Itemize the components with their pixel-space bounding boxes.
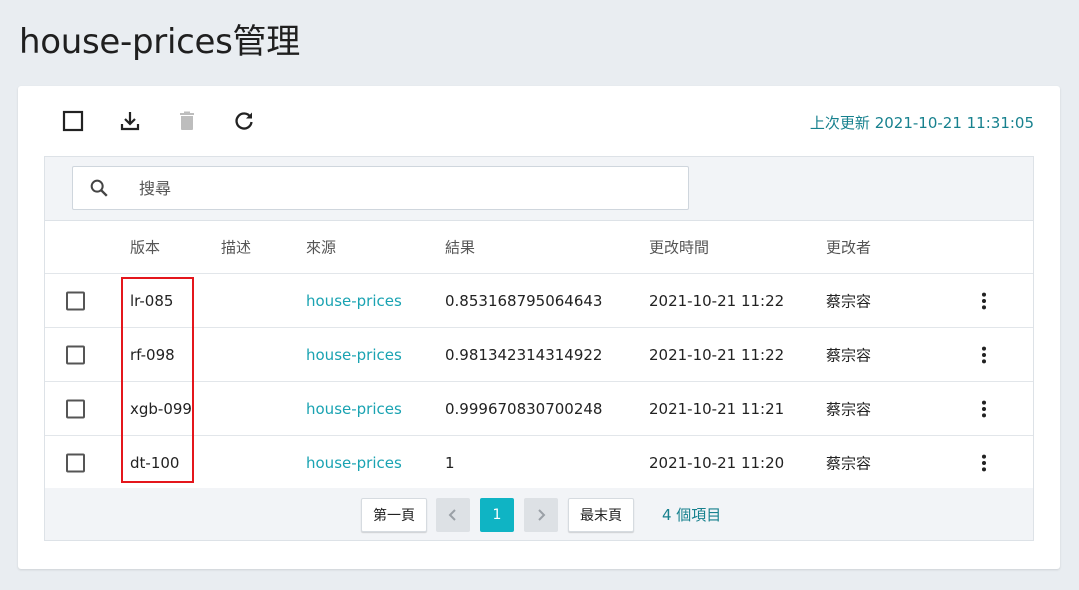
row-more-button[interactable] (973, 398, 995, 420)
row-version: rf-098 (130, 345, 175, 364)
table-row: lr-085 house-prices 0.853168795064643 20… (45, 274, 1033, 328)
row-source-link[interactable]: house-prices (306, 400, 402, 418)
row-source-link[interactable]: house-prices (306, 454, 402, 472)
refresh-icon (235, 112, 253, 130)
row-more-button[interactable] (973, 344, 995, 366)
more-vertical-icon (981, 400, 987, 417)
refresh-button[interactable] (231, 108, 257, 134)
row-more-button[interactable] (973, 290, 995, 312)
search-box (72, 166, 689, 210)
table-row: dt-100 house-prices 1 2021-10-21 11:20 蔡… (45, 436, 1033, 490)
column-header-modified-by[interactable]: 更改者 (826, 237, 871, 258)
more-vertical-icon (981, 454, 987, 471)
column-header-version[interactable]: 版本 (130, 237, 160, 258)
download-button[interactable] (117, 108, 143, 134)
row-modified-by: 蔡宗容 (826, 346, 872, 364)
column-header-modified-time[interactable]: 更改時間 (649, 237, 709, 258)
row-version: lr-085 (130, 291, 174, 310)
page-title: house-prices管理 (19, 22, 300, 62)
checkbox-icon (62, 110, 84, 132)
column-header-description[interactable]: 描述 (221, 237, 251, 258)
versions-table: 版本 描述 來源 結果 更改時間 更改者 lr-085 house-prices… (44, 156, 1034, 541)
last-updated-text: 上次更新 2021-10-21 11:31:05 (809, 114, 1034, 132)
row-result: 0.981342314314922 (445, 345, 603, 364)
search-icon (90, 179, 108, 197)
row-checkbox[interactable] (66, 345, 85, 364)
row-version: xgb-099 (130, 399, 192, 418)
column-header-result[interactable]: 結果 (445, 237, 475, 258)
prev-page-button[interactable] (436, 498, 470, 532)
select-all-button[interactable] (60, 108, 86, 134)
next-page-button[interactable] (524, 498, 558, 532)
download-icon (120, 112, 140, 131)
column-header-source[interactable]: 來源 (306, 237, 336, 258)
row-modified-time: 2021-10-21 11:21 (649, 399, 785, 418)
row-modified-by: 蔡宗容 (826, 400, 872, 418)
pagination: 第一頁 1 最末頁 4 個項目 (45, 488, 1033, 540)
row-checkbox[interactable] (66, 453, 85, 472)
page-1-button[interactable]: 1 (480, 498, 514, 532)
row-modified-time: 2021-10-21 11:20 (649, 453, 785, 472)
row-result: 0.999670830700248 (445, 399, 603, 418)
search-bar (45, 157, 1033, 221)
row-source-link[interactable]: house-prices (306, 292, 402, 310)
more-vertical-icon (981, 346, 987, 363)
row-source-link[interactable]: house-prices (306, 346, 402, 364)
more-vertical-icon (981, 292, 987, 309)
row-result: 1 (445, 453, 455, 472)
chevron-left-icon (448, 509, 456, 521)
table-header: 版本 描述 來源 結果 更改時間 更改者 (45, 221, 1033, 274)
last-page-button[interactable]: 最末頁 (568, 498, 634, 532)
chevron-right-icon (538, 509, 546, 521)
row-modified-by: 蔡宗容 (826, 454, 872, 472)
row-version: dt-100 (130, 453, 180, 472)
first-page-button[interactable]: 第一頁 (361, 498, 427, 532)
row-more-button[interactable] (973, 452, 995, 474)
row-modified-by: 蔡宗容 (826, 292, 872, 310)
trash-icon (180, 111, 194, 130)
content-card: 上次更新 2021-10-21 11:31:05 版本 描述 來源 結果 更改時… (18, 86, 1060, 569)
search-input[interactable] (139, 176, 639, 200)
row-modified-time: 2021-10-21 11:22 (649, 291, 785, 310)
row-result: 0.853168795064643 (445, 291, 603, 310)
table-row: rf-098 house-prices 0.981342314314922 20… (45, 328, 1033, 382)
row-modified-time: 2021-10-21 11:22 (649, 345, 785, 364)
row-checkbox[interactable] (66, 291, 85, 310)
delete-button[interactable] (174, 108, 200, 134)
row-checkbox[interactable] (66, 399, 85, 418)
item-count: 4 個項目 (662, 506, 722, 524)
table-row: xgb-099 house-prices 0.999670830700248 2… (45, 382, 1033, 436)
